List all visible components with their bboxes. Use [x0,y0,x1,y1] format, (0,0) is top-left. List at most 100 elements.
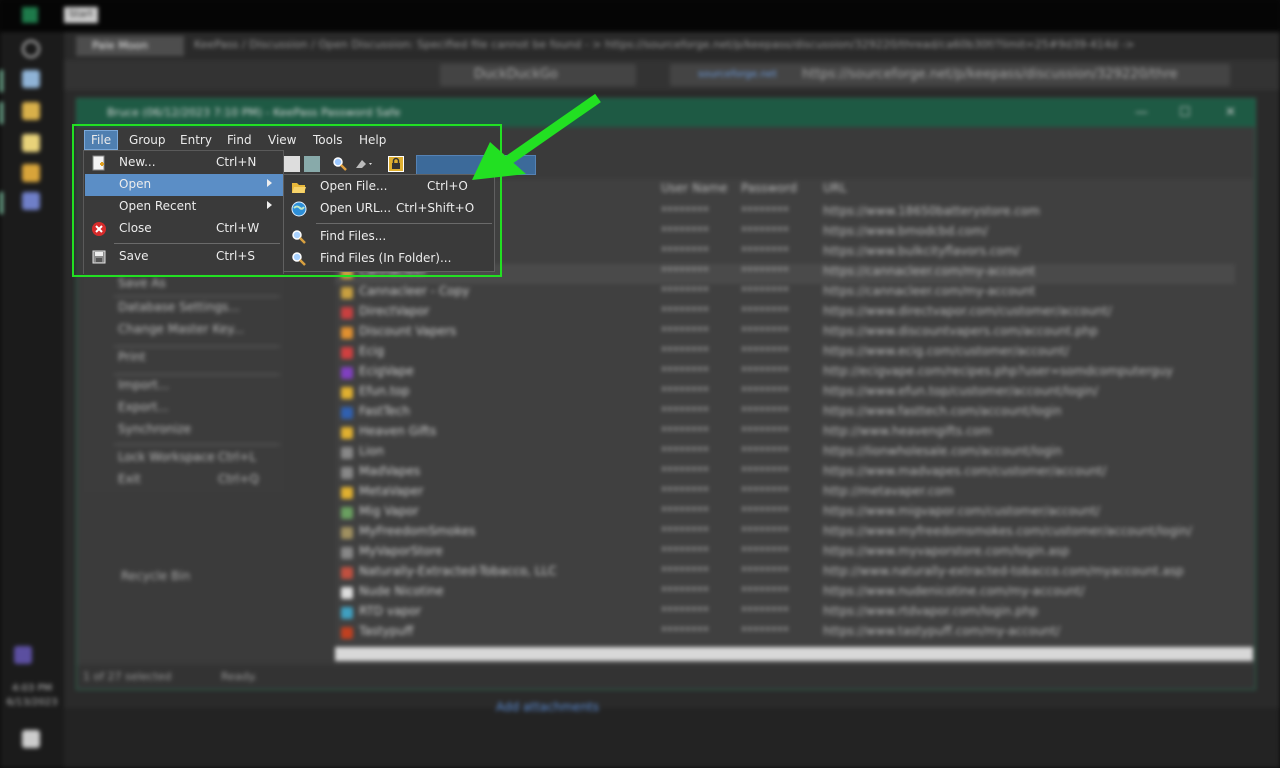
file-menu-lower: Save As Database Settings... Change Master… [84,274,284,492]
menu-help[interactable]: Help [353,130,392,150]
close-icon[interactable]: ✕ [1225,99,1236,127]
menu-item-save[interactable]: Save Ctrl+S [85,246,283,268]
menu-separator [114,444,280,445]
menu-item[interactable]: Database Settings... [118,300,240,314]
menu-tools[interactable]: Tools [307,130,349,150]
menu-entry[interactable]: Entry [174,130,218,150]
menu-item-label: Open File... [320,179,388,193]
entry-icon[interactable] [304,156,320,172]
menu-item-shortcut: Ctrl+L [218,450,257,464]
menu-item-open[interactable]: Open [85,174,283,196]
menu-separator [114,296,280,297]
entry-password: ******** [741,244,789,258]
keepass-statusbar: 1 of 27 selected Ready. [77,665,1255,689]
menu-item[interactable]: Change Master Key... [118,322,244,336]
menu-item[interactable]: Import... [118,378,169,392]
entry-user: ******** [661,424,709,438]
notes-icon[interactable] [22,134,40,152]
entry-row[interactable]: EcigVape ******** ******** http://ecigvape.… [335,364,1235,384]
entry-user: ******** [661,484,709,498]
lock-icon[interactable] [388,156,404,172]
entry-password: ******** [741,284,789,298]
menu-item-label: Database Settings... [118,300,240,314]
menu-view[interactable]: View [262,130,302,150]
browser-title: KeePass / Discussion / Open Discussion: … [194,38,1134,51]
top-tab[interactable]: Start [64,7,98,23]
entry-row[interactable]: RTD vapor ******** ******** https://www.rtd… [335,604,1235,624]
menu-item-find-files-in-folder[interactable]: Find Files (In Folder)... [285,248,493,270]
entry-row[interactable]: Heaven Gifts ******** ******** http://www.h… [335,424,1235,444]
entry-row[interactable]: Tastypuff ******** ******** https://www.tas… [335,624,1235,644]
app-icon[interactable] [22,102,40,120]
column-header-url[interactable]: URL [823,181,847,195]
horizontal-scrollbar[interactable] [335,647,1253,661]
entry-row[interactable]: Nude Nicotine ******** ******** https://www… [335,584,1235,604]
address-bar[interactable]: sourceforge.net https://sourceforge.net/… [670,64,1230,86]
menu-item[interactable]: Export... [118,400,169,414]
entry-row[interactable]: FastTech ******** ******** https://www.fast… [335,404,1235,424]
top-strip: Start [0,0,1280,32]
entry-row[interactable]: Mig Vapor ******** ******** https://www.mig… [335,504,1235,524]
menu-item-label: Save [119,249,149,263]
entry-user: ******** [661,444,709,458]
notification-icon[interactable] [22,730,40,748]
site-identity[interactable]: sourceforge.net [698,64,777,86]
column-header-password[interactable]: Password [741,181,797,195]
menu-item[interactable]: Save As [118,276,166,290]
tray-icon[interactable] [14,646,32,664]
menu-item-open-url[interactable]: Open URL... Ctrl+Shift+O [285,198,493,220]
menu-item[interactable]: Synchronize [118,422,191,436]
entry-row[interactable]: Efun.top ******** ******** https://www.efun… [335,384,1235,404]
menu-item-close[interactable]: Close Ctrl+W [85,218,283,240]
app-icon[interactable] [22,70,40,88]
entry-password: ******** [741,484,789,498]
menu-find[interactable]: Find [221,130,258,150]
submenu-arrow-icon [267,179,272,187]
menu-item-open-recent[interactable]: Open Recent [85,196,283,218]
clock[interactable]: 4:03 PM 6/13/2023 [4,682,60,710]
entry-url: https://www.tastypuff.com/my-account/ [823,624,1061,638]
maximize-icon[interactable]: ☐ [1179,99,1191,127]
entry-url: https://lionwholesale.com/account/login [823,444,1062,458]
entry-row[interactable]: Discount Vapers ******** ******** https://w… [335,324,1235,344]
entry-row[interactable]: Lion ******** ******** https://lionwholesal… [335,444,1235,464]
search-engine-field[interactable]: DuckDuckGo [440,64,636,86]
entry-row[interactable]: DirectVapor ******** ******** https://www.d… [335,304,1235,324]
column-header-user[interactable]: User Name [661,181,728,195]
menu-file[interactable]: File [84,130,119,150]
menu-item[interactable]: Exit Ctrl+Q [118,472,259,486]
entry-user: ******** [661,304,709,318]
entry-title: Naturally-Extracted-Tobacco, LLC [359,564,557,578]
entry-row[interactable]: MyVaporStore ******** ******** https://www.… [335,544,1235,564]
menu-item-new[interactable]: New... Ctrl+N [85,152,283,174]
entry-row[interactable]: MadVapes ******** ******** https://www.madv… [335,464,1235,484]
menu-item[interactable]: Lock Workspace Ctrl+L [118,450,256,464]
entry-row[interactable]: MetaVaper ******** ******** http://metavape… [335,484,1235,504]
folder-icon[interactable] [22,164,40,182]
entry-url: https://www.bmodcbd.com/ [823,224,988,238]
menu-item[interactable]: Print [118,350,146,364]
entry-title: Ecig [359,344,385,358]
status-ready: Ready. [221,670,258,683]
tree-item-recycle-bin[interactable]: Recycle Bin [121,569,190,583]
copy-icon[interactable] [284,156,300,172]
start-icon[interactable] [22,7,38,23]
taskbar-active-mark [0,102,3,124]
search-icon[interactable] [22,40,40,58]
menu-separator [316,223,492,224]
generator-icon[interactable] [354,156,372,172]
entry-user: ******** [661,464,709,478]
menu-item-shortcut: Ctrl+S [216,249,256,263]
entry-row[interactable]: Cannacleer - Copy ******** ******** https:/… [335,284,1235,304]
minimize-icon[interactable]: — [1135,99,1148,127]
keepass-icon[interactable] [22,192,40,210]
entry-user: ******** [661,284,709,298]
browser-menu-button[interactable]: Pale Moon [76,36,184,56]
add-attachments-link[interactable]: Add attachments [496,700,599,714]
menu-group[interactable]: Group [123,130,172,150]
find-icon[interactable] [332,156,348,172]
entry-row[interactable]: Naturally-Extracted-Tobacco, LLC ********… [335,564,1235,584]
entry-row[interactable]: Ecig ******** ******** https://www.ecig.com… [335,344,1235,364]
menu-item-find-files[interactable]: Find Files... [285,226,493,248]
entry-row[interactable]: MyFreedomSmokes ******** ******** https://w… [335,524,1235,544]
